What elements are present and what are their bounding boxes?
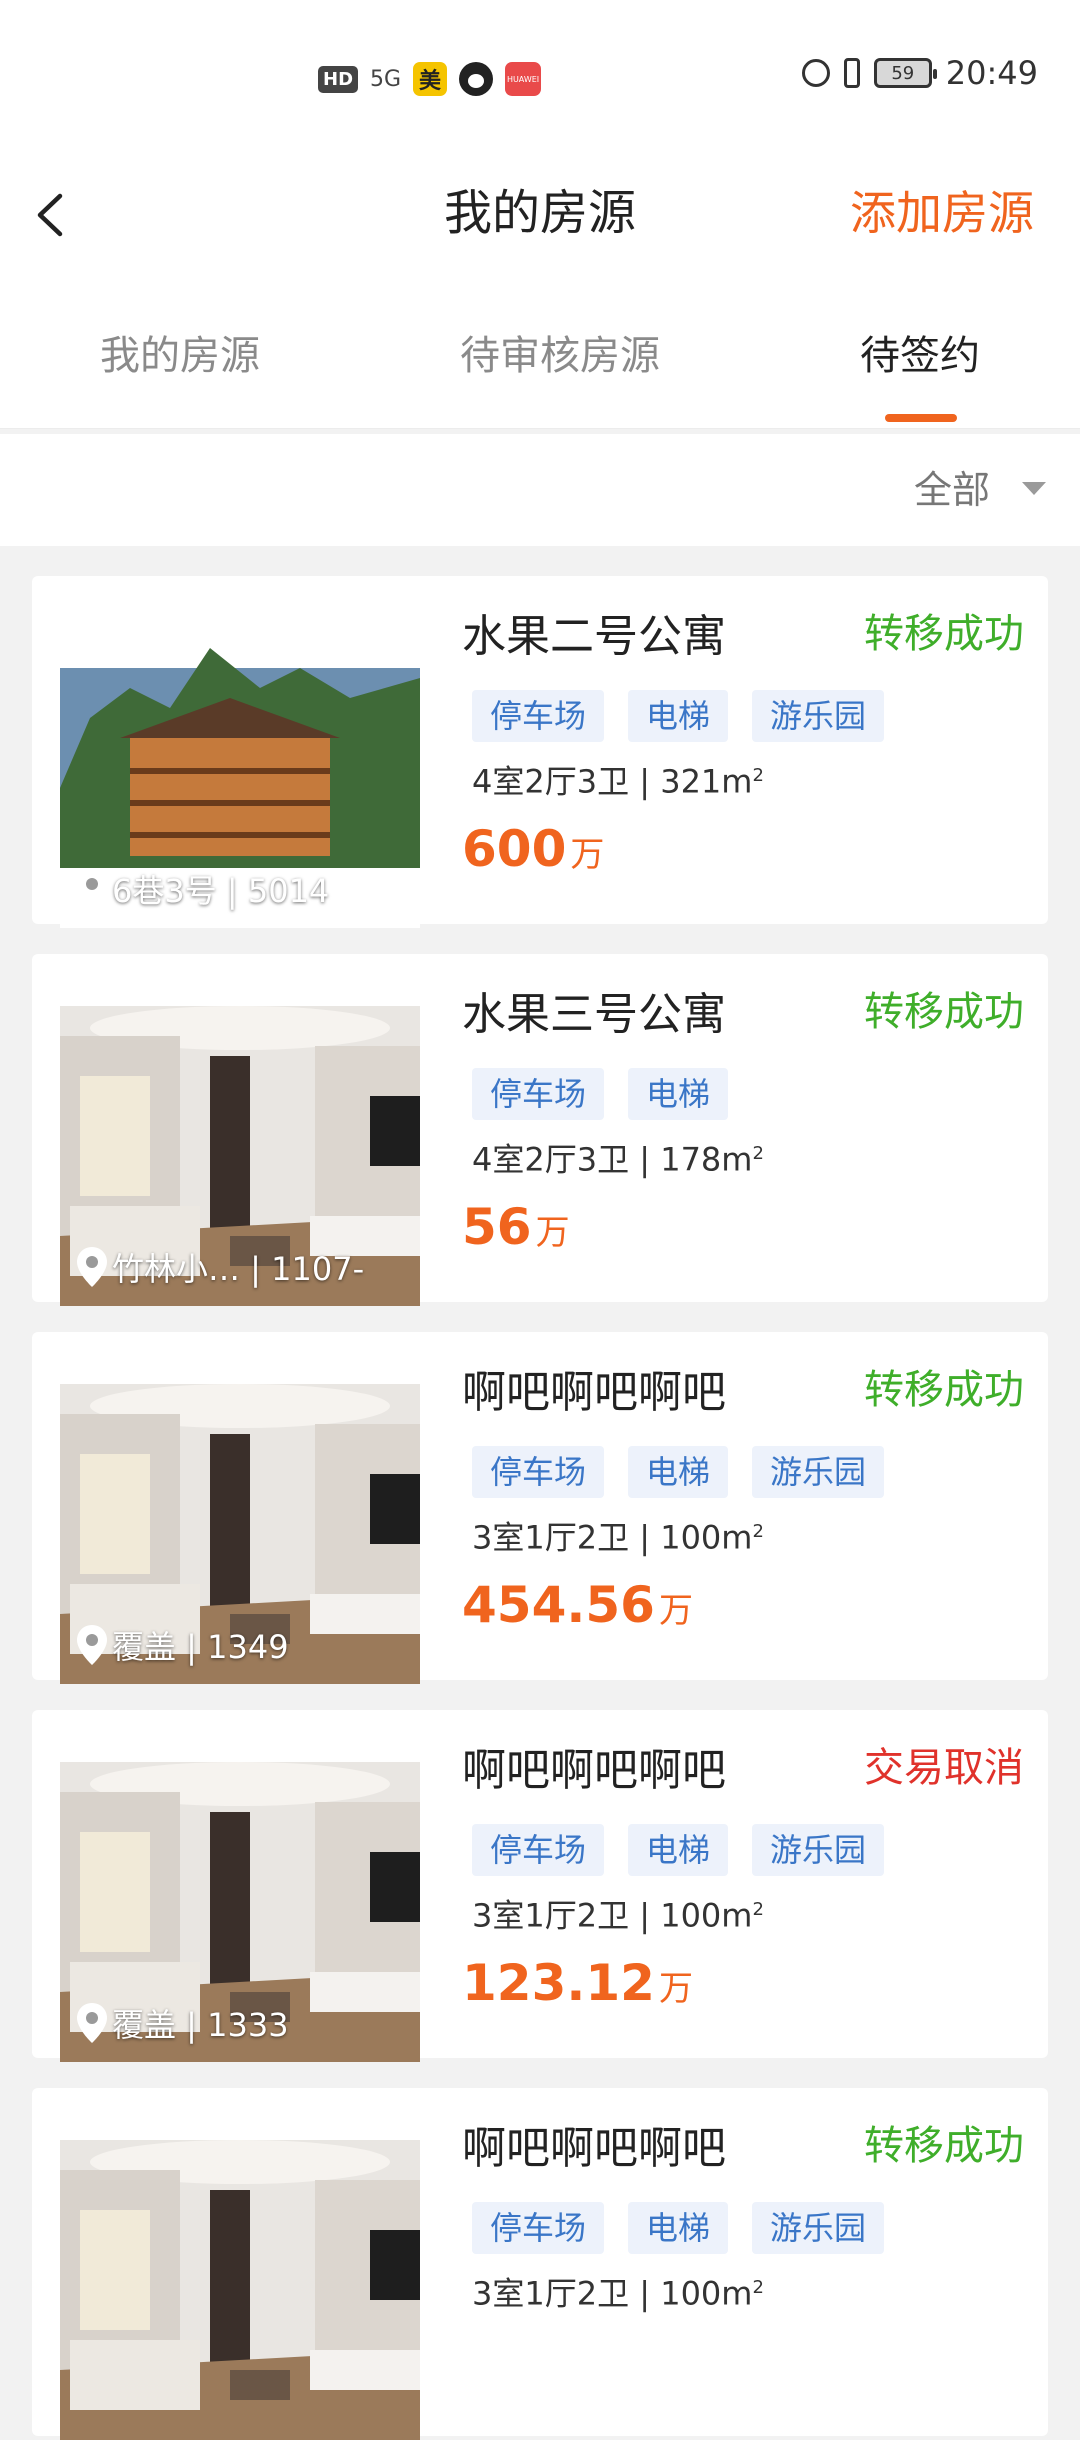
location-pin-icon <box>77 1625 107 1665</box>
status-time: 20:49 <box>945 54 1038 92</box>
listing-price: 454.56 万 <box>462 1576 693 1634</box>
listing-specs: 3室1厅2卫 | 100m2 <box>472 2274 764 2313</box>
listing-specs: 3室1厅2卫 | 100m2 <box>472 1518 764 1557</box>
amenity-tag: 停车场 <box>472 1068 605 1120</box>
active-tab-indicator <box>885 414 957 422</box>
amenity-tag: 电梯 <box>628 1068 729 1120</box>
vibrate-icon <box>843 58 860 88</box>
huawei-app-icon: HUAWEI <box>505 62 542 96</box>
location-text: 覆盖 | 1333 <box>112 2006 289 2044</box>
listing-status: 转移成功 <box>864 1367 1024 1413</box>
battery-icon: 59 <box>873 58 937 88</box>
tab-bar: 我的房源 待审核房源 待签约 <box>0 280 1080 429</box>
amenity-tag: 游乐园 <box>752 2202 885 2254</box>
amenity-tag: 电梯 <box>628 1824 729 1876</box>
amenity-tag: 停车场 <box>472 690 605 742</box>
listing-card[interactable]: 竹林小… | 1107- 水果三号公寓 转移成功停车场 电梯 4室2厅3卫 | 178m… <box>32 954 1048 1306</box>
amenity-tag: 电梯 <box>628 690 729 742</box>
listing-card[interactable]: 6巷3号 | 5014 水果二号公寓 转移成功停车场 电梯 游乐园 4室2厅3卫 | 32… <box>32 576 1048 928</box>
location-row: 竹林小… | 1107- <box>74 1244 364 1290</box>
listing-image <box>60 2140 420 2440</box>
back-arrow-icon[interactable] <box>28 190 78 240</box>
listing-status: 交易取消 <box>864 1745 1024 1791</box>
filter-dropdown[interactable]: 全部 <box>914 464 990 516</box>
amenity-tag: 游乐园 <box>752 1824 885 1876</box>
listing-title: 水果二号公寓 <box>462 611 726 662</box>
navigation-bar: 我的房源 添加房源 <box>0 150 1080 280</box>
listing-specs: 3室1厅2卫 | 100m2 <box>472 1896 764 1935</box>
signal-icon: 5G <box>370 66 402 92</box>
listing-card[interactable]: 覆盖 | 1333 啊吧啊吧啊吧 交易取消停车场 电梯 游乐园 3室1厅2卫 | 100m… <box>32 1710 1048 2062</box>
listing-title: 水果三号公寓 <box>462 989 726 1040</box>
listing-price: 123.12 万 <box>462 1954 693 2012</box>
tab-pending-signing[interactable]: 待签约 <box>860 328 980 384</box>
hd-icon: HD <box>318 65 359 93</box>
listing-title: 啊吧啊吧啊吧 <box>462 1367 726 1418</box>
amenity-tag: 停车场 <box>472 1824 605 1876</box>
location-pin-icon <box>77 1247 107 1287</box>
location-text: 6巷3号 | 5014 <box>112 872 330 910</box>
listing-status: 转移成功 <box>864 2123 1024 2169</box>
listing-title: 啊吧啊吧啊吧 <box>462 2123 726 2174</box>
filter-bar: 全部 <box>0 434 1080 546</box>
listing-card[interactable]: 啊吧啊吧啊吧 转移成功停车场 电梯 游乐园 3室1厅2卫 | 100m2 <box>32 2088 1048 2440</box>
listing-card[interactable]: 覆盖 | 1349 啊吧啊吧啊吧 转移成功停车场 电梯 游乐园 3室1厅2卫 | 100m… <box>32 1332 1048 1684</box>
location-text: 覆盖 | 1349 <box>112 1628 289 1666</box>
listing-image: 覆盖 | 1333 <box>60 1762 420 2062</box>
qq-app-icon <box>459 62 494 96</box>
amenity-tags: 停车场 电梯 游乐园 <box>472 1446 885 1498</box>
amenity-tags: 停车场 电梯 游乐园 <box>472 2202 885 2254</box>
listing-image: 6巷3号 | 5014 <box>60 628 420 928</box>
location-row: 覆盖 | 1333 <box>74 2000 289 2046</box>
amenity-tag: 停车场 <box>472 1446 605 1498</box>
listing-image: 竹林小… | 1107- <box>60 1006 420 1306</box>
status-right-icons: 59 20:49 <box>801 54 1038 92</box>
listing-image: 覆盖 | 1349 <box>60 1384 420 1684</box>
listing-specs: 4室2厅3卫 | 321m2 <box>472 762 764 801</box>
listing-title: 啊吧啊吧啊吧 <box>462 1745 726 1796</box>
listing-price: 600 万 <box>462 820 605 878</box>
amenity-tags: 停车场 电梯 游乐园 <box>472 690 885 742</box>
status-bar: HD 5G 美 HUAWEI 59 20:49 <box>0 0 1080 150</box>
amenity-tags: 停车场 电梯 <box>472 1068 729 1120</box>
amenity-tag: 电梯 <box>628 1446 729 1498</box>
amenity-tag: 游乐园 <box>752 1446 885 1498</box>
tab-my-listings[interactable]: 我的房源 <box>100 328 260 384</box>
location-row: 覆盖 | 1349 <box>74 1622 289 1668</box>
listing-specs: 4室2厅3卫 | 178m2 <box>472 1140 764 1179</box>
listing-status: 转移成功 <box>864 611 1024 657</box>
amenity-tag: 停车场 <box>472 2202 605 2254</box>
amenity-tag: 电梯 <box>628 2202 729 2254</box>
meituan-app-icon: 美 <box>413 62 448 96</box>
amenity-tags: 停车场 电梯 游乐园 <box>472 1824 885 1876</box>
add-listing-button[interactable]: 添加房源 <box>850 178 1034 248</box>
tab-pending-review[interactable]: 待审核房源 <box>460 328 660 384</box>
alarm-icon <box>801 59 830 87</box>
listing-status: 转移成功 <box>864 989 1024 1035</box>
status-left-icons: HD 5G 美 HUAWEI <box>318 62 542 96</box>
caret-down-icon[interactable] <box>1022 482 1046 495</box>
location-pin-icon <box>77 869 107 909</box>
location-text: 竹林小… | 1107- <box>112 1250 365 1288</box>
listing-price: 56 万 <box>462 1198 570 1256</box>
location-pin-icon <box>77 2003 107 2043</box>
location-row: 6巷3号 | 5014 <box>74 866 329 912</box>
amenity-tag: 游乐园 <box>752 690 885 742</box>
